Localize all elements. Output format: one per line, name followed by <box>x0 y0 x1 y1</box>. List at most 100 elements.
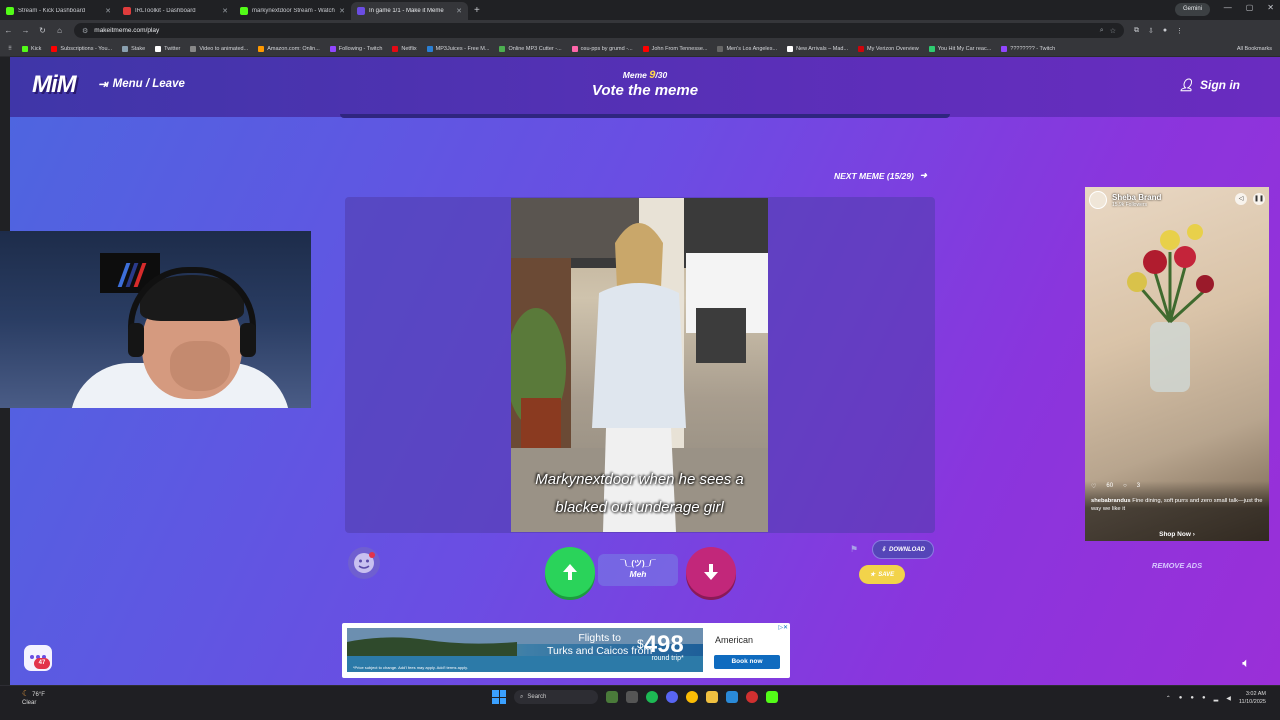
close-icon[interactable]: ✕ <box>456 7 462 15</box>
tray-app-icon[interactable]: ● <box>1202 695 1206 701</box>
bookmark-item[interactable]: MP3Juices - Free M... <box>426 45 489 52</box>
bookmark-item[interactable]: Video to animated... <box>190 45 248 52</box>
volume-icon[interactable]: ◀ <box>1226 695 1231 702</box>
bookmark-item[interactable]: Subscriptions - You... <box>51 45 112 52</box>
upvote-button[interactable] <box>545 547 595 597</box>
book-now-button[interactable]: Book now <box>714 655 780 669</box>
kick-app-icon[interactable] <box>766 691 778 703</box>
bookmark-label: John From Tennesse... <box>651 45 708 52</box>
site-info-icon[interactable]: ⚙ <box>82 27 88 35</box>
close-icon[interactable]: ✕ <box>222 7 228 15</box>
tray-app-icon[interactable]: ● <box>1179 695 1183 701</box>
bookmark-label: Stake <box>131 45 146 52</box>
bookmark-item[interactable]: ???????? - Twitch <box>1001 45 1056 52</box>
clock-time: 3:02 AM <box>1245 691 1266 697</box>
save-button[interactable]: ★ SAVE <box>859 565 905 584</box>
bookmark-item[interactable]: osu-pps by grumd -... <box>571 45 633 52</box>
system-clock[interactable]: 3:02 AM 11/10/2025 <box>1239 690 1266 706</box>
sign-in-button[interactable]: 👤︎ Sign in <box>1179 78 1240 92</box>
bookmark-item[interactable]: Stake <box>122 45 146 52</box>
bookmark-label: Twitter <box>164 45 181 52</box>
profile-icon[interactable]: ● <box>1163 27 1167 35</box>
file-explorer-icon[interactable] <box>706 691 718 703</box>
taskbar-search[interactable]: ⌕ Search <box>514 690 598 704</box>
ad-brand-name: Sheba Brand <box>1112 192 1162 202</box>
download-button[interactable]: ⇩ DOWNLOAD <box>872 540 934 559</box>
bookmark-label: Amazon.com: Onlin... <box>267 45 320 52</box>
close-window-icon[interactable]: ✕ <box>1267 3 1274 12</box>
reaction-emoji-button[interactable] <box>348 547 380 579</box>
chevron-up-icon[interactable]: ⌃ <box>1166 695 1171 702</box>
gemini-button[interactable]: Gemini <box>1174 3 1210 16</box>
bookmark-item[interactable]: You Hit My Car reac... <box>928 45 991 52</box>
weather-widget[interactable]: ☾ 76°F Clear <box>22 690 45 707</box>
downloads-icon[interactable]: ⇩ <box>1148 27 1154 35</box>
heart-icon[interactable]: ♡ <box>1091 483 1096 490</box>
chrome-icon[interactable] <box>686 691 698 703</box>
minimize-icon[interactable]: — <box>1224 3 1232 12</box>
bookmark-item[interactable]: Netflix <box>392 45 417 52</box>
bookmark-item[interactable]: Men's Los Angeles... <box>717 45 777 52</box>
bookmark-label: ???????? - Twitch <box>1010 45 1056 52</box>
url-text: makeitmeme.com/play <box>94 27 160 34</box>
spotify-icon[interactable] <box>646 691 658 703</box>
bookmark-item[interactable]: Following - Twitch <box>329 45 382 52</box>
remove-ads-link[interactable]: REMOVE ADS <box>1085 561 1269 570</box>
shop-now-button[interactable]: Shop Now › <box>1085 531 1269 538</box>
next-meme-button[interactable]: NEXT MEME (15/29) ➜ <box>834 170 927 181</box>
bookmark-item[interactable]: Online MP3 Cutter -... <box>499 45 562 52</box>
bookmark-star-icon[interactable]: ☆ <box>1110 27 1116 35</box>
task-view-icon[interactable] <box>626 691 638 703</box>
back-icon[interactable]: ← <box>0 26 17 35</box>
bookmark-item[interactable]: My Verizon Overview <box>858 45 919 52</box>
bookmark-item[interactable]: Amazon.com: Onlin... <box>258 45 320 52</box>
meme-image: Markynextdoor when he sees a blacked out… <box>511 198 768 532</box>
bookmark-item[interactable]: Kick <box>22 45 41 52</box>
arrow-up-icon <box>563 564 577 580</box>
tab-irltoolkit[interactable]: IRLToolkit - Dashboard ✕ <box>117 2 234 20</box>
ad-choices-icon[interactable]: ▷✕ <box>778 624 788 631</box>
obs-icon[interactable] <box>746 691 758 703</box>
chrome-menu-icon[interactable]: ⋮ <box>1176 27 1183 35</box>
close-icon[interactable]: ✕ <box>339 7 345 15</box>
downvote-button[interactable] <box>686 547 736 597</box>
meh-vote-button[interactable]: ¯\_(ツ)_/¯ Meh <box>598 554 678 586</box>
all-bookmarks-button[interactable]: All Bookmarks <box>1237 46 1272 52</box>
address-bar[interactable]: ⚙ makeitmeme.com/play ⌕ ☆ <box>74 23 1124 38</box>
mute-icon[interactable]: ◁ <box>1235 193 1247 205</box>
bookmark-item[interactable]: New Arrivals – Mad... <box>787 45 848 52</box>
apps-icon[interactable]: ⠿ <box>8 46 12 52</box>
maximize-icon[interactable]: ▢ <box>1246 3 1254 12</box>
windows-start-icon[interactable] <box>492 690 506 704</box>
caption-line: Markynextdoor when he sees a <box>535 471 744 488</box>
comment-icon[interactable]: ○ <box>1123 483 1127 490</box>
bookmark-item[interactable]: Twitter <box>155 45 181 52</box>
report-flag-icon[interactable]: ⚑ <box>850 544 858 555</box>
pause-icon[interactable]: ❚❚ <box>1253 193 1265 205</box>
forward-icon[interactable]: → <box>17 26 34 35</box>
new-tab-button[interactable]: + <box>468 2 486 20</box>
extensions-icon[interactable]: ⧉ <box>1134 27 1139 35</box>
meh-label: Meh <box>629 569 647 579</box>
discord-icon[interactable] <box>666 691 678 703</box>
tab-markynextdoor-stream[interactable]: markynextdoor Stream - Watch ✕ <box>234 2 351 20</box>
tab-kick-dashboard[interactable]: Stream - Kick Dashboard ✕ <box>0 2 117 20</box>
reload-icon[interactable]: ↻ <box>34 26 51 35</box>
flight-banner-ad[interactable]: Flights to Turks and Caicos from $498 ro… <box>342 623 790 678</box>
network-icon[interactable]: ▂ <box>1214 695 1219 702</box>
zoom-icon[interactable]: ⌕ <box>1100 27 1104 35</box>
ad-fine-print: *Price subject to change. Add'l fees may… <box>353 665 468 670</box>
tray-app-icon[interactable]: ● <box>1190 695 1194 701</box>
arrow-down-icon <box>704 564 718 580</box>
browser-toolbar: ← → ↻ ⌂ ⚙ makeitmeme.com/play ⌕ ☆ ⧉ ⇩ ● … <box>0 20 1280 41</box>
close-icon[interactable]: ✕ <box>105 7 111 15</box>
photos-icon[interactable] <box>726 691 738 703</box>
tab-make-it-meme[interactable]: In game 1/1 - Make it Meme ✕ <box>351 2 468 20</box>
amazon-bookmark-icon <box>258 45 265 52</box>
bookmark-item[interactable]: John From Tennesse... <box>642 45 708 52</box>
speaker-icon[interactable]: 🔈︎ <box>1242 655 1250 671</box>
home-icon[interactable]: ⌂ <box>51 26 68 35</box>
widgets-icon[interactable] <box>606 691 618 703</box>
sponsored-ad-panel[interactable]: Sheba Brand 15.9k Followers ◁ ❚❚ ♡ 60 ○ 3 … <box>1085 187 1269 541</box>
tab-label: In game 1/1 - Make it Meme <box>369 8 444 14</box>
